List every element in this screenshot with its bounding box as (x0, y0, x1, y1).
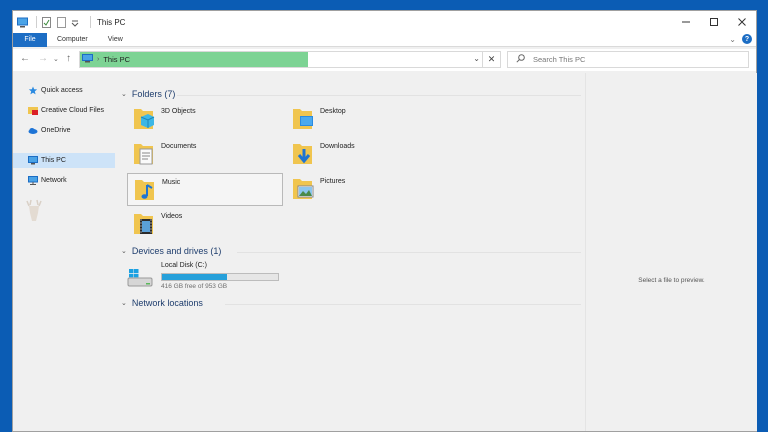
sidebar-item-onedrive[interactable]: OneDrive (13, 123, 115, 138)
back-arrow-icon[interactable]: ← (20, 53, 30, 64)
folders-group-header[interactable]: ⌄ Folders (7) (121, 89, 175, 99)
help-icon[interactable]: ? (742, 34, 752, 44)
group-title: Network locations (131, 298, 203, 308)
folder-name: 3D Objects (161, 108, 196, 115)
tab-file[interactable]: File (13, 32, 47, 47)
window-controls (672, 11, 756, 33)
minimize-button[interactable] (672, 11, 700, 33)
address-selection[interactable]: › This PC (80, 52, 308, 67)
group-divider (225, 304, 581, 305)
folder-downloads[interactable]: Downloads (286, 138, 442, 171)
folder-documents[interactable]: Documents (127, 138, 283, 171)
drive-usage-fill (162, 274, 227, 280)
group-divider (177, 95, 581, 96)
downloads-folder-icon (292, 140, 314, 166)
tab-computer[interactable]: Computer (47, 33, 98, 47)
folder-name: Videos (161, 213, 183, 220)
desktop-folder-icon (292, 105, 314, 131)
sidebar-item-label: Quick access (41, 87, 83, 94)
folder-music[interactable]: Music (127, 173, 283, 206)
preview-message: Select a file to preview. (638, 277, 705, 284)
recent-locations-icon[interactable]: ⌄ (53, 55, 59, 63)
expand-ribbon-icon[interactable]: ⌄ (729, 35, 736, 44)
new-folder-icon[interactable] (56, 16, 67, 28)
devices-group-header[interactable]: ⌄ Devices and drives (1) (121, 246, 221, 256)
content-area: ⌄ Folders (7) 3D Objects Desktop Documen… (115, 73, 585, 431)
explorer-window: This PC File Computer View ⌄ ? ← → ⌄ ↑ ›… (12, 10, 757, 432)
star-icon (28, 86, 38, 95)
folder-name: Desktop (320, 108, 346, 115)
folder-name: Documents (161, 143, 197, 150)
up-arrow-icon[interactable]: ↑ (66, 53, 71, 64)
preview-pane: Select a file to preview. (585, 73, 757, 431)
cloud-folder-icon (28, 106, 38, 115)
navigation-bar: ← → ⌄ ↑ › This PC ⌄ ✕ Search This PC (13, 49, 756, 71)
group-divider (237, 252, 581, 253)
search-placeholder: Search This PC (533, 55, 586, 64)
network-icon (28, 176, 38, 185)
sidebar-item-creative-cloud-files[interactable]: Creative Cloud Files (13, 103, 115, 118)
group-title: Devices and drives (1) (131, 246, 222, 256)
address-bar[interactable]: › This PC ⌄ ✕ (79, 51, 501, 68)
close-button[interactable] (728, 11, 756, 33)
folder-name: Pictures (320, 178, 346, 185)
sidebar-item-label: OneDrive (41, 127, 71, 134)
collapse-chevron-icon[interactable]: ⌄ (121, 299, 127, 307)
customize-toolbar-icon[interactable] (71, 17, 82, 28)
pc-icon (28, 156, 38, 165)
search-icon (516, 54, 525, 65)
drive-free-space: 416 GB free of 953 GB (161, 283, 228, 290)
videos-folder-icon (133, 210, 155, 236)
toolbar-divider (36, 16, 37, 28)
breadcrumb-separator-icon: › (97, 56, 100, 63)
pictures-folder-icon (292, 175, 314, 201)
drive-usage-bar (161, 273, 279, 281)
pc-icon (82, 54, 93, 65)
search-box[interactable]: Search This PC (507, 51, 749, 68)
pc-icon[interactable] (17, 17, 28, 28)
maximize-button[interactable] (700, 11, 728, 33)
deer-logo-icon (23, 199, 45, 225)
onedrive-icon (28, 126, 38, 135)
window-title: This PC (97, 17, 126, 27)
folder-videos[interactable]: Videos (127, 208, 283, 241)
hard-drive-icon (127, 269, 153, 289)
sidebar-item-this-pc[interactable]: This PC (13, 153, 115, 168)
documents-folder-icon (133, 140, 155, 166)
folder-3d-objects[interactable]: 3D Objects (127, 103, 283, 136)
toolbar-divider (90, 16, 91, 28)
drive-local-disk-c[interactable]: Local Disk (C:) 416 GB free of 953 GB (127, 261, 297, 293)
3d-objects-folder-icon (133, 105, 155, 131)
collapse-chevron-icon[interactable]: ⌄ (121, 90, 127, 98)
ribbon-controls: ⌄ ? (729, 34, 752, 44)
folder-name: Downloads (320, 143, 355, 150)
address-location: This PC (103, 55, 131, 64)
forward-arrow-icon[interactable]: → (38, 53, 48, 64)
group-title: Folders (7) (131, 89, 176, 99)
sidebar-item-label: Creative Cloud Files (41, 107, 105, 114)
music-folder-icon (134, 176, 156, 202)
title-bar: This PC (13, 11, 756, 33)
network-group-header[interactable]: ⌄ Network locations (121, 298, 203, 308)
collapse-chevron-icon[interactable]: ⌄ (121, 247, 127, 255)
folder-desktop[interactable]: Desktop (286, 103, 442, 136)
quick-access-toolbar: This PC (13, 11, 125, 33)
properties-icon[interactable] (41, 16, 52, 28)
drive-name: Local Disk (C:) (161, 262, 207, 269)
tab-view[interactable]: View (98, 33, 133, 47)
sidebar-item-network[interactable]: Network (13, 173, 115, 188)
navigation-pane: Quick access Creative Cloud Files OneDri… (13, 73, 115, 431)
sidebar-item-label: Network (41, 177, 67, 184)
sidebar-item-label: This PC (41, 157, 66, 164)
sidebar-item-quick-access[interactable]: Quick access (13, 83, 115, 98)
folder-name: Music (162, 179, 181, 186)
clear-address-icon[interactable]: ✕ (482, 52, 500, 67)
folder-pictures[interactable]: Pictures (286, 173, 442, 206)
address-dropdown-icon[interactable]: ⌄ (473, 54, 480, 63)
ribbon-tabs: File Computer View ⌄ ? (13, 32, 756, 47)
